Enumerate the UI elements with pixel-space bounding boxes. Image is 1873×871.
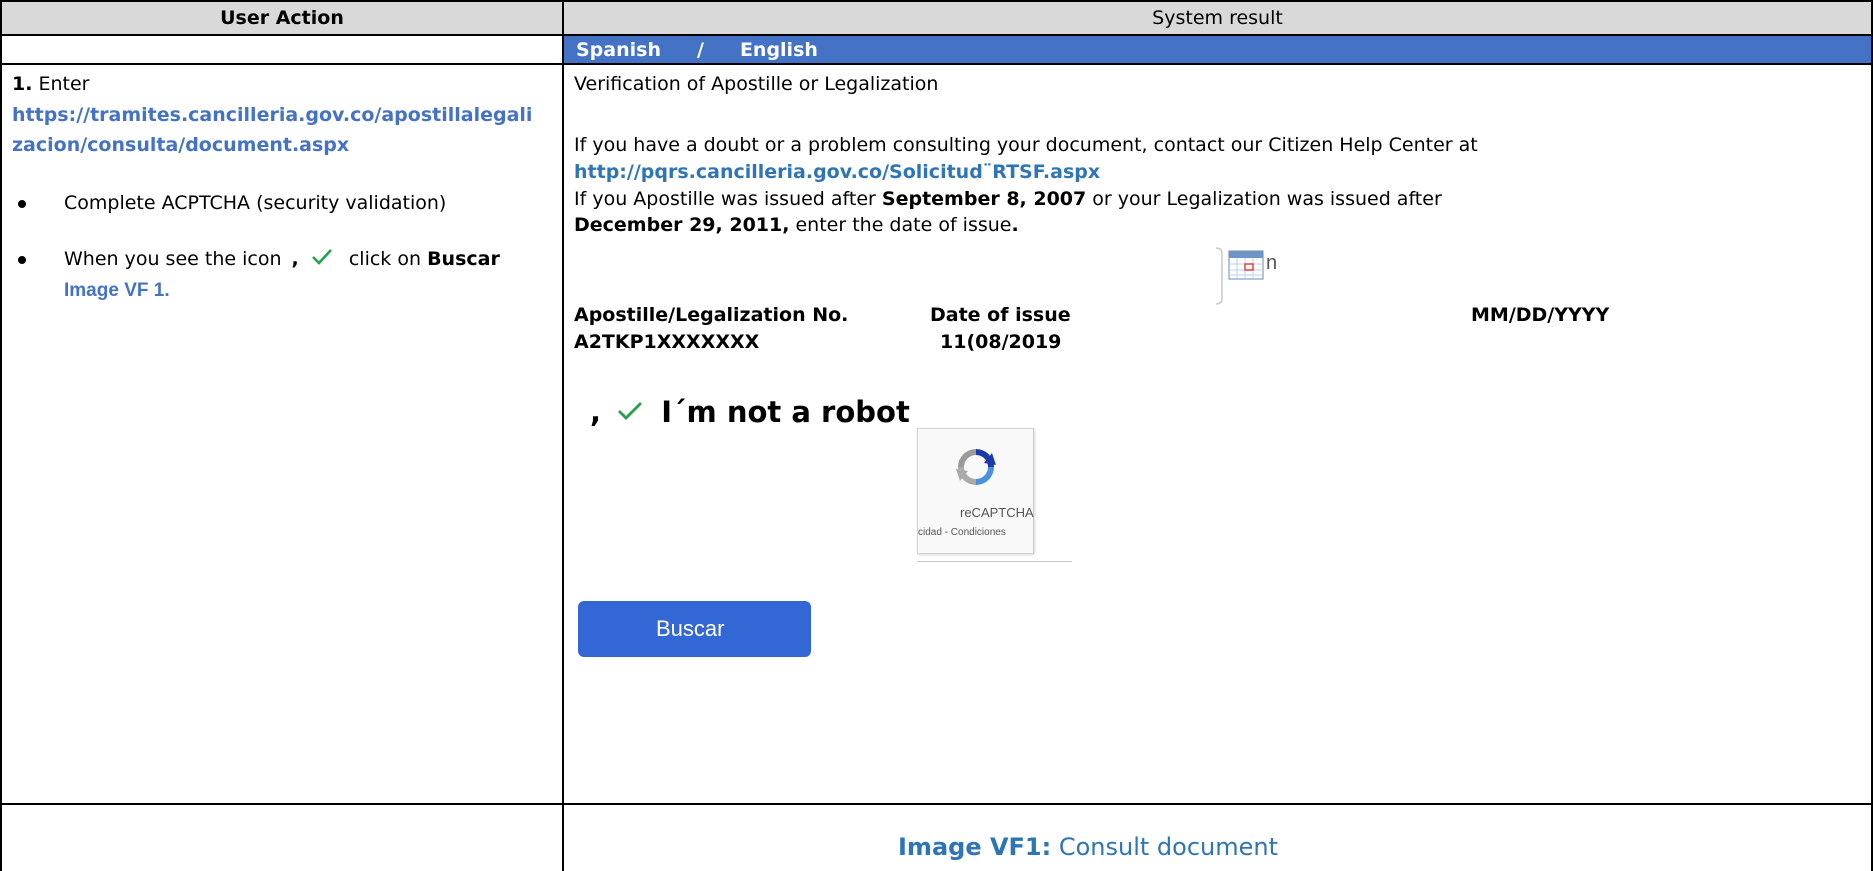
date-format-label: MM/DD/YYYY	[1471, 304, 1610, 326]
step-verb: Enter	[38, 73, 90, 95]
captcha-prompt: , I´m not a robot	[590, 395, 910, 435]
captcha-not-robot-text: I´m not a robot	[661, 395, 910, 429]
bullet-item-captcha: Complete ACPTCHA (security validation)	[64, 192, 447, 214]
table-rule-content	[0, 803, 1873, 805]
bullet-dot-2	[18, 256, 26, 264]
bullet-item-search-text: When you see the icon	[64, 248, 282, 270]
language-spanish-link[interactable]: Spanish	[576, 39, 661, 61]
table-border-left	[0, 0, 2, 871]
step-heading: 1. Enter	[12, 72, 90, 97]
calendar-bracket-icon	[1215, 247, 1223, 305]
apostille-number-label: Apostille/Legalization No.	[574, 304, 849, 326]
target-url-line-2[interactable]: zacion/consulta/document.aspx	[12, 133, 349, 158]
issue-text-1: If you Apostille was issued after	[574, 188, 882, 210]
language-bar: Spanish / English	[564, 36, 1871, 63]
recaptcha-privacy-links[interactable]: cidad - Condiciones	[918, 527, 1006, 538]
figure-caption-label: Image VF1:	[898, 833, 1052, 861]
check-icon	[311, 249, 332, 265]
bullet-item-search-middle: click on	[348, 248, 422, 270]
issue-text-3: enter the date of issue	[789, 214, 1012, 236]
column-header-user-action-label: User Action	[220, 7, 344, 29]
table-rule-middle	[562, 0, 564, 871]
calendar-icon	[1228, 250, 1264, 280]
language-separator: /	[696, 38, 704, 61]
recaptcha-logo-icon	[956, 449, 996, 485]
table-rule-language	[0, 63, 1873, 65]
recaptcha-widget[interactable]: reCAPTCHA cidad - Condiciones	[917, 428, 1034, 554]
table-border-top	[0, 0, 1873, 2]
captcha-comma: ,	[590, 395, 602, 429]
issue-text-period: .	[1011, 214, 1019, 236]
column-header-user-action: User Action	[2, 2, 562, 34]
date-of-issue-value: 11(08/2019	[940, 331, 1062, 353]
search-button-label: Buscar	[656, 616, 725, 641]
bullet-comma: ,	[291, 248, 299, 270]
recaptcha-divider	[917, 561, 1072, 562]
image-reference: Image VF 1.	[64, 280, 170, 301]
calendar-suffix: n	[1266, 252, 1278, 274]
column-header-system-result-label: System result	[1152, 7, 1283, 29]
apostille-number-value: A2TKP1XXXXXXX	[574, 331, 760, 353]
procedure-table: User Action System result Spanish / Engl…	[0, 0, 1873, 871]
bullet-dot-1	[18, 200, 26, 208]
issue-text-2: or your Legalization was issued after	[1086, 188, 1442, 210]
language-english-link[interactable]: English	[740, 39, 818, 61]
issue-date-2: December 29, 2011,	[574, 214, 790, 236]
bullet-item-search: When you see the icon , click on Buscar	[64, 247, 500, 272]
bullet-item-search-button-name: Buscar	[427, 248, 500, 270]
page-heading: Verification of Apostille or Legalizatio…	[574, 73, 939, 95]
search-button[interactable]: Buscar	[578, 601, 811, 657]
check-icon	[618, 402, 643, 420]
target-url-line-1[interactable]: https://tramites.cancilleria.gov.co/apos…	[12, 103, 532, 128]
calendar-picker[interactable]: n	[1214, 246, 1290, 306]
issue-date-instructions-line-2: December 29, 2011, enter the date of iss…	[574, 213, 1019, 238]
help-text: If you have a doubt or a problem consult…	[574, 134, 1478, 156]
step-number: 1.	[12, 73, 33, 95]
date-of-issue-label: Date of issue	[930, 304, 1071, 326]
help-url-link[interactable]: http://pqrs.cancilleria.gov.co/Solicitud…	[574, 160, 1100, 185]
column-header-system-result: System result	[564, 2, 1871, 34]
figure-caption: Image VF1: Consult document	[898, 833, 1278, 861]
recaptcha-label: reCAPTCHA	[960, 505, 1034, 520]
issue-date-instructions-line-1: If you Apostille was issued after Septem…	[574, 187, 1442, 212]
table-rule-header	[0, 34, 1873, 36]
issue-date-1: September 8, 2007	[881, 188, 1087, 210]
figure-caption-text: Consult document	[1051, 833, 1279, 861]
